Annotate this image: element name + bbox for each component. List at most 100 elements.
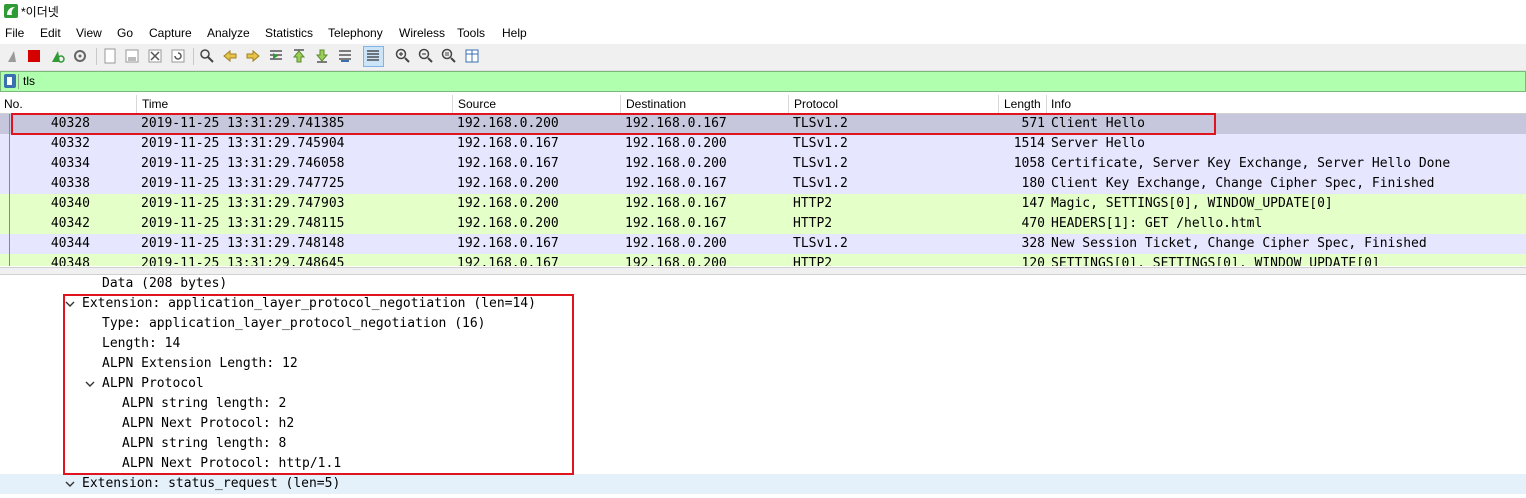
packet-cell-dst: 192.168.0.200 [625,156,727,171]
autoscroll-icon[interactable] [337,48,353,64]
highlight-box-alpn-extension [63,294,574,475]
wireshark-app-icon [4,4,18,18]
stop-icon[interactable] [26,48,42,64]
packet-cell-len: 180 [1021,176,1045,191]
zoom-in-icon[interactable] [395,48,411,64]
packet-cell-len: 120 [1021,256,1045,266]
packet-row[interactable]: 40342 2019-11-25 13:31:29.748115 192.168.0… [0,214,1526,234]
menu-capture[interactable]: Capture [149,26,192,40]
packet-cell-len: 147 [1021,196,1045,211]
packet-cell-info: SETTINGS[0], SETTINGS[0], WINDOW_UPDATE[… [1051,256,1380,266]
title-bar: *이더넷 [0,0,1526,22]
packet-list-header: No. Time Source Destination Protocol Len… [0,95,1526,114]
menu-tools[interactable]: Tools [457,26,485,40]
packet-row[interactable]: 40344 2019-11-25 13:31:29.748148 192.168.0… [0,234,1526,254]
main-toolbar [0,44,1526,71]
last-packet-icon[interactable] [314,48,330,64]
packet-cell-proto: TLSv1.2 [793,176,848,191]
zoom-reset-icon[interactable] [441,48,457,64]
packet-cell-src: 192.168.0.200 [457,216,559,231]
chevron-down-icon[interactable] [65,479,75,489]
column-header-destination[interactable]: Destination [626,97,686,111]
display-filter-bar[interactable]: tls [0,71,1526,92]
bookmark-icon[interactable] [4,74,16,88]
zoom-out-icon[interactable] [418,48,434,64]
column-header-length[interactable]: Length [1004,97,1041,111]
packet-cell-info: Magic, SETTINGS[0], WINDOW_UPDATE[0] [1051,196,1333,211]
packet-cell-info: Server Hello [1051,136,1145,151]
packet-row[interactable]: 40334 2019-11-25 13:31:29.746058 192.168.0… [0,154,1526,174]
packet-cell-time: 2019-11-25 13:31:29.746058 [141,156,345,171]
resize-columns-icon[interactable] [464,48,480,64]
reload-icon[interactable] [170,48,186,64]
shark-fin-icon[interactable] [6,48,22,64]
forward-icon[interactable] [245,48,261,64]
packet-cell-src: 192.168.0.167 [457,236,559,251]
packet-cell-src: 192.168.0.167 [457,256,559,266]
packet-cell-time: 2019-11-25 13:31:29.745904 [141,136,345,151]
menu-wireless[interactable]: Wireless [399,26,445,40]
find-icon[interactable] [199,48,215,64]
options-gear-icon[interactable] [72,48,88,64]
colorize-icon[interactable] [365,48,381,64]
packet-row[interactable]: 40338 2019-11-25 13:31:29.747725 192.168.0… [0,174,1526,194]
window-title: *이더넷 [21,5,59,19]
menu-edit[interactable]: Edit [40,26,61,40]
packet-cell-dst: 192.168.0.200 [625,136,727,151]
packet-cell-no: 40340 [50,196,90,211]
column-header-time[interactable]: Time [142,97,168,111]
packet-cell-info: Certificate, Server Key Exchange, Server… [1051,156,1451,171]
column-header-no[interactable]: No. [4,97,23,111]
packet-cell-no: 40338 [50,176,90,191]
packet-cell-no: 40332 [50,136,90,151]
packet-cell-dst: 192.168.0.167 [625,196,727,211]
packet-cell-no: 40334 [50,156,90,171]
packet-cell-dst: 192.168.0.167 [625,216,727,231]
packet-cell-proto: HTTP2 [793,196,833,211]
menu-statistics[interactable]: Statistics [265,26,313,40]
packet-cell-len: 470 [1021,216,1045,231]
packet-cell-no: 40344 [50,236,90,251]
packet-cell-len: 1514 [1013,136,1045,151]
column-header-info[interactable]: Info [1051,97,1071,111]
save-icon[interactable] [124,48,140,64]
menu-telephony[interactable]: Telephony [328,26,383,40]
go-to-packet-icon[interactable] [268,48,284,64]
restart-icon[interactable] [50,48,66,64]
packet-cell-info: Client Key Exchange, Change Cipher Spec,… [1051,176,1435,191]
display-filter-input[interactable]: tls [23,74,35,88]
packet-cell-proto: TLSv1.2 [793,156,848,171]
open-file-icon[interactable] [102,48,118,64]
packet-cell-len: 328 [1021,236,1045,251]
packet-cell-no: 40348 [50,256,90,266]
menu-go[interactable]: Go [117,26,133,40]
packet-cell-src: 192.168.0.200 [457,196,559,211]
packet-cell-proto: TLSv1.2 [793,136,848,151]
packet-cell-dst: 192.168.0.200 [625,236,727,251]
column-header-source[interactable]: Source [458,97,496,111]
packet-cell-src: 192.168.0.167 [457,156,559,171]
close-file-icon[interactable] [147,48,163,64]
packet-cell-time: 2019-11-25 13:31:29.747725 [141,176,345,191]
detail-data[interactable]: Data (208 bytes) [102,276,227,291]
highlight-box-client-hello [11,113,1216,135]
menu-file[interactable]: File [5,26,24,40]
packet-cell-info: HEADERS[1]: GET /hello.html [1051,216,1263,231]
menu-analyze[interactable]: Analyze [207,26,250,40]
packet-cell-len: 1058 [1013,156,1045,171]
packet-cell-proto: HTTP2 [793,216,833,231]
column-header-protocol[interactable]: Protocol [794,97,838,111]
packet-row[interactable]: 40332 2019-11-25 13:31:29.745904 192.168.0… [0,134,1526,154]
packet-cell-proto: HTTP2 [793,256,833,266]
packet-row[interactable]: 40348 2019-11-25 13:31:29.748645 192.168.0… [0,254,1526,266]
menu-help[interactable]: Help [502,26,527,40]
back-icon[interactable] [222,48,238,64]
first-packet-icon[interactable] [291,48,307,64]
packet-cell-time: 2019-11-25 13:31:29.748645 [141,256,345,266]
packet-list: 40328 2019-11-25 13:31:29.741385 192.168.0… [0,114,1526,266]
packet-row[interactable]: 40340 2019-11-25 13:31:29.747903 192.168.0… [0,194,1526,214]
menu-view[interactable]: View [76,26,102,40]
packet-cell-no: 40342 [50,216,90,231]
packet-cell-proto: TLSv1.2 [793,236,848,251]
detail-extension-status-request[interactable]: Extension: status_request (len=5) [82,476,340,491]
